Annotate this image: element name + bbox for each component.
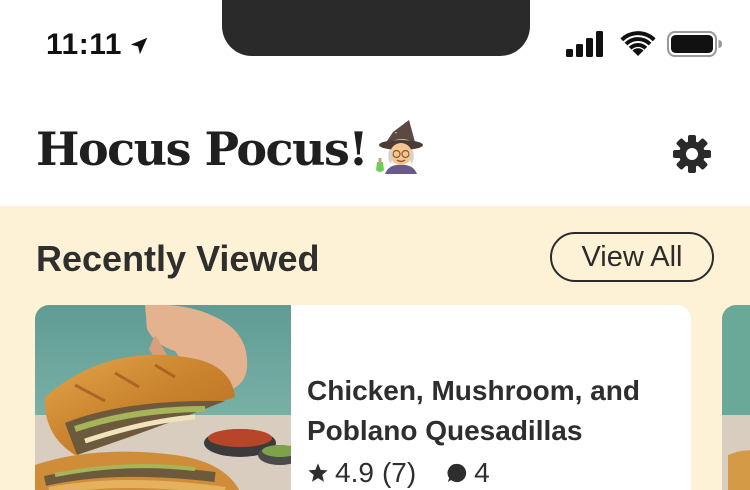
battery-icon xyxy=(667,31,722,57)
settings-button[interactable] xyxy=(668,130,716,178)
device-notch xyxy=(222,0,530,56)
status-bar: 11:11 xyxy=(0,0,750,90)
recipe-rating-count: (7) xyxy=(381,457,417,488)
location-arrow-icon xyxy=(130,37,148,55)
quesadilla-photo xyxy=(35,305,291,490)
comment-icon xyxy=(447,463,467,483)
recipe-meta: 4.9 (7) 4 xyxy=(307,457,490,489)
next-recipe-card-peek[interactable] xyxy=(722,305,750,490)
next-recipe-photo xyxy=(722,305,750,490)
section-heading: Recently Viewed xyxy=(36,238,320,279)
wifi-icon xyxy=(620,31,656,56)
wizard-icon xyxy=(376,120,424,174)
star-icon xyxy=(308,463,328,482)
view-all-button[interactable]: View All xyxy=(550,232,714,282)
status-time-group: 11:11 xyxy=(46,28,150,62)
app-title: Hocus Pocus! xyxy=(36,122,369,176)
recipe-comment-count: 4 xyxy=(474,457,490,488)
status-time: 11:11 xyxy=(46,28,122,61)
recipe-title: Chicken, Mushroom, and Poblano Quesadill… xyxy=(307,375,640,446)
gear-icon xyxy=(673,135,711,173)
cellular-signal-icon xyxy=(566,31,603,57)
app-title-group: Hocus Pocus! xyxy=(36,120,427,176)
app-header: Hocus Pocus! xyxy=(0,90,750,206)
recently-viewed-section: Recently Viewed View All Chicken, Mushro… xyxy=(0,206,750,490)
recipe-card[interactable]: Chicken, Mushroom, and Poblano Quesadill… xyxy=(35,305,691,490)
recipe-rating: 4.9 xyxy=(335,457,374,488)
